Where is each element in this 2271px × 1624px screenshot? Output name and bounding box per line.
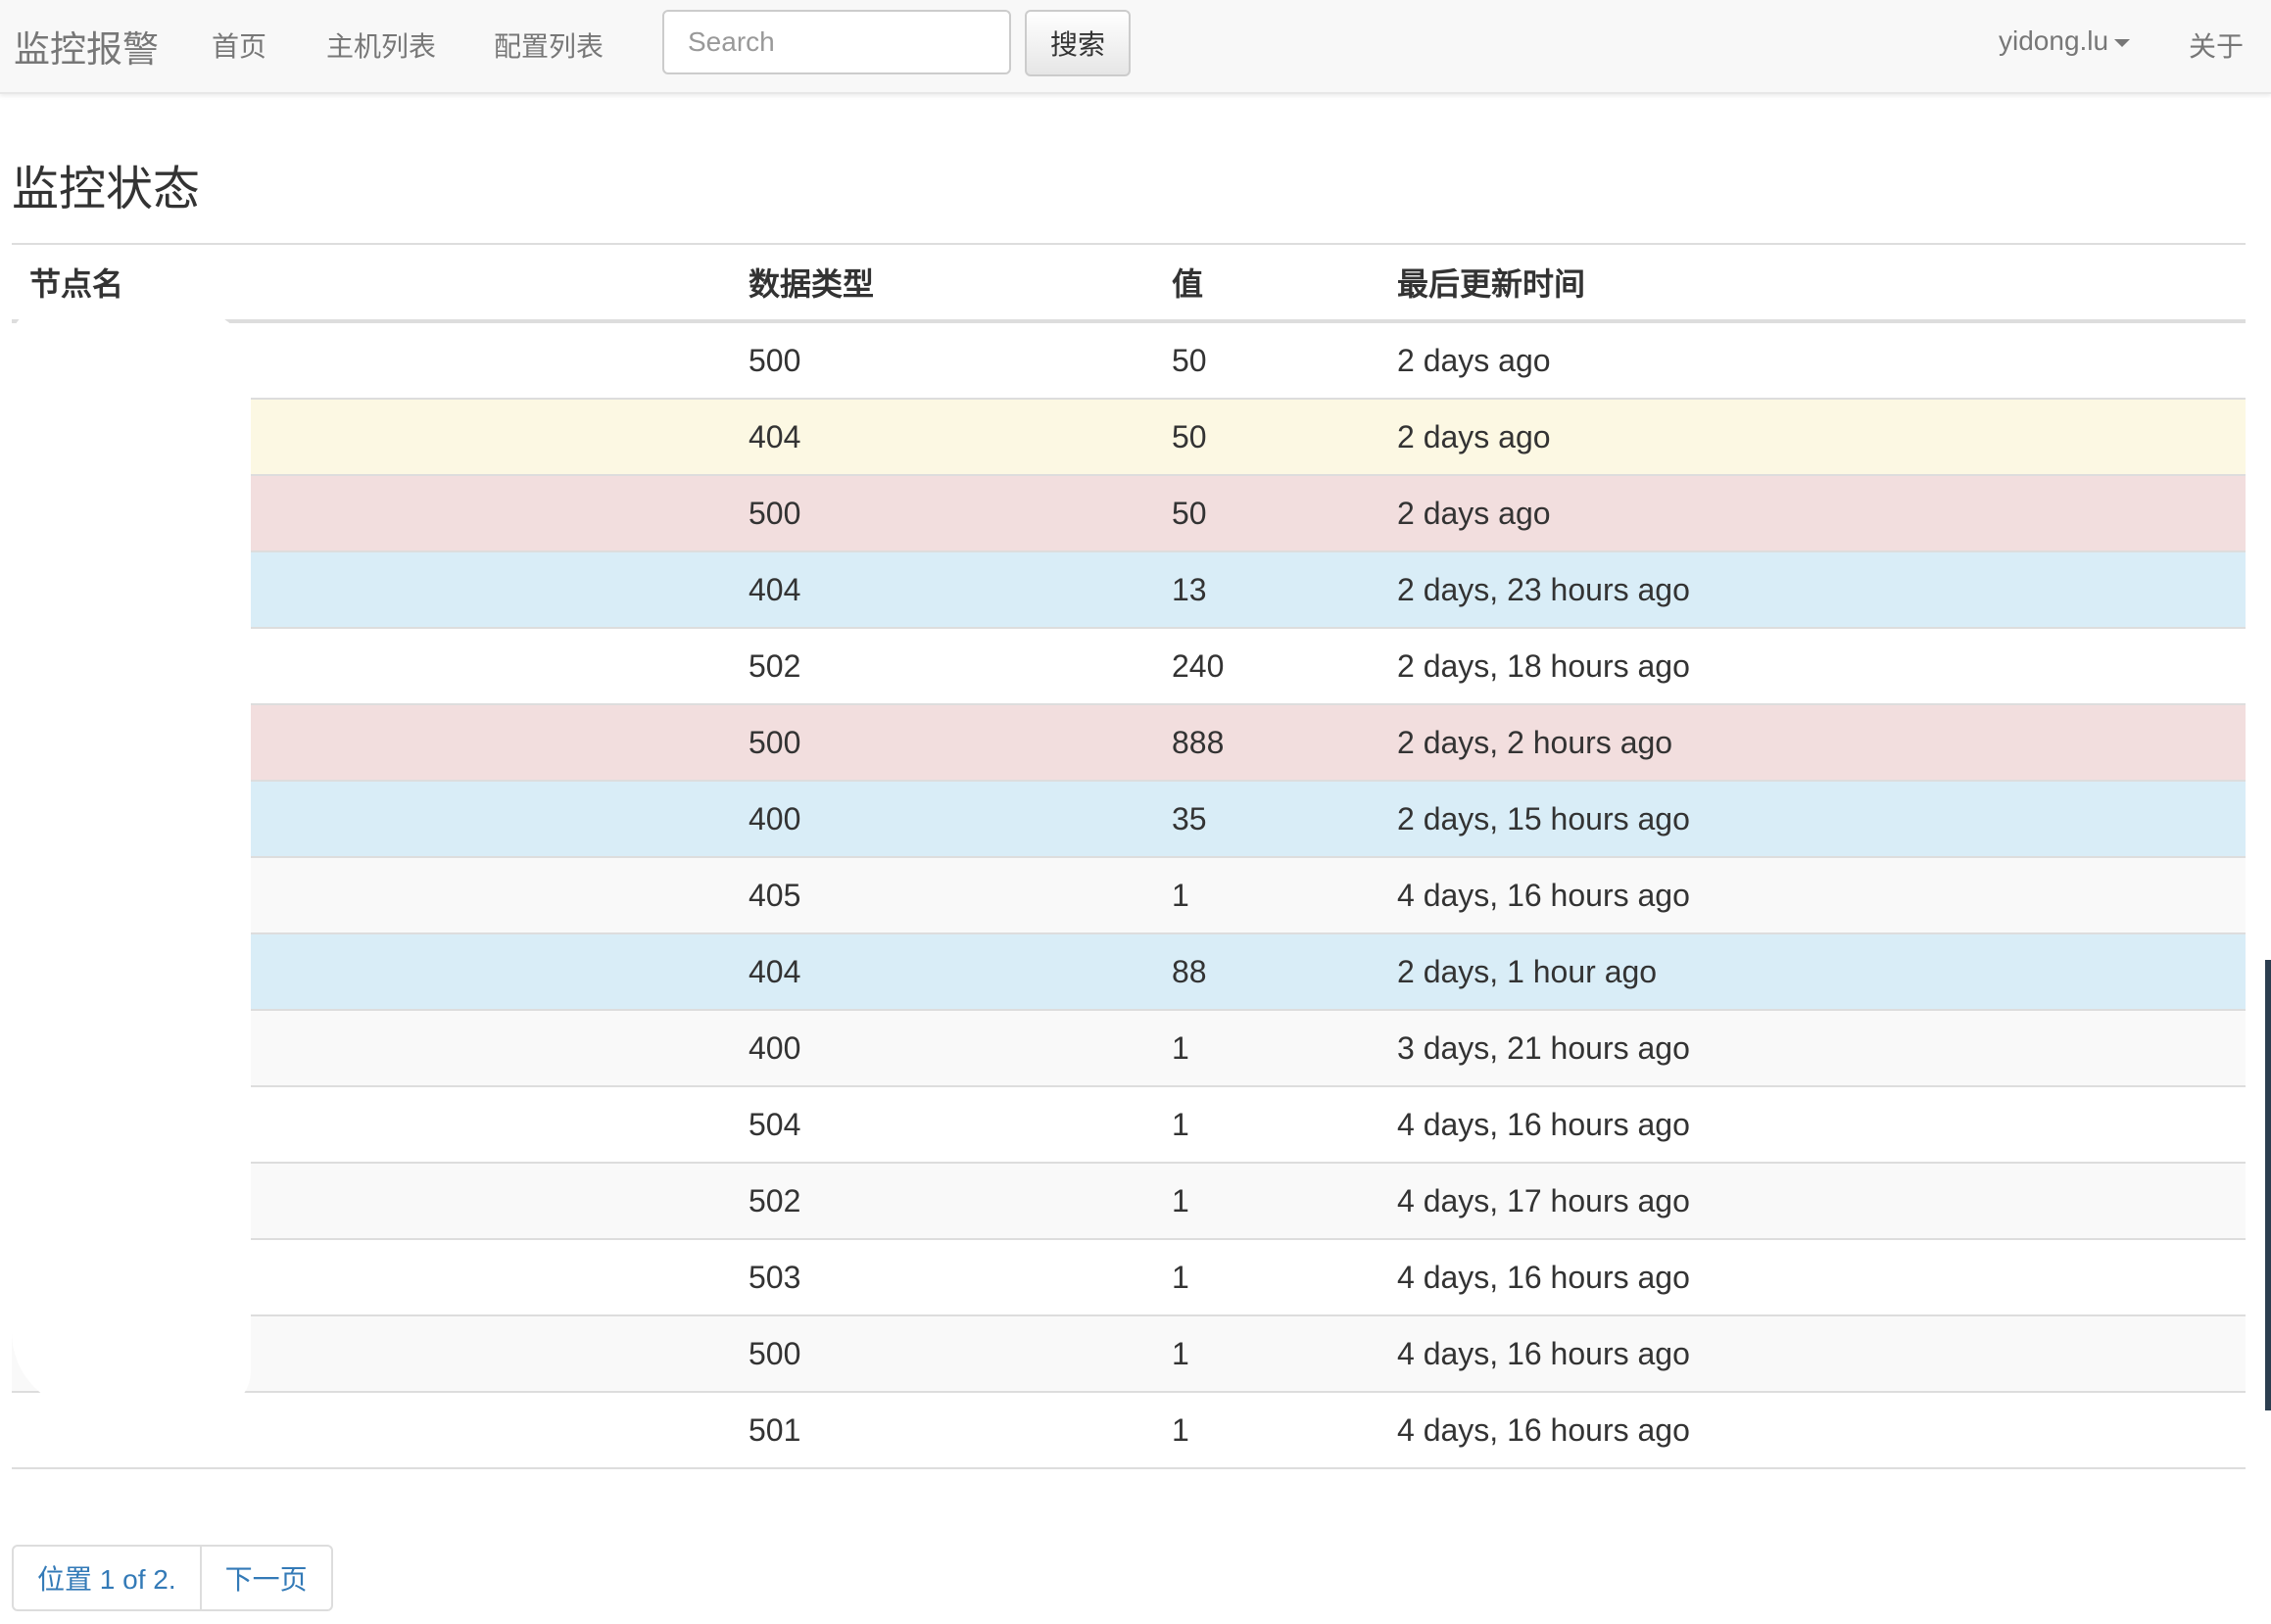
type-cell: 405 [749,857,1172,934]
type-cell: 404 [749,933,1172,1011]
type-cell: 400 [749,781,1172,858]
column-header-updated: 最后更新时间 [1397,243,2246,323]
updated-cell: 2 days, 1 hour ago [1397,933,2246,1011]
table-row: 404 88 2 days, 1 hour ago [12,933,2246,1011]
type-cell: 500 [749,475,1172,552]
value-cell: 50 [1172,475,1397,552]
column-header-type: 数据类型 [749,243,1172,323]
table-row: 500 888 2 days, 2 hours ago [12,704,2246,782]
updated-cell: 2 days ago [1397,321,2246,400]
value-cell: 1 [1172,1315,1397,1393]
value-cell: 50 [1172,321,1397,400]
type-cell: 501 [749,1392,1172,1469]
table-row: 405 1 4 days, 16 hours ago [12,857,2246,934]
updated-cell: 2 days, 23 hours ago [1397,551,2246,629]
pagination: 位置 1 of 2. 下一页 [12,1545,333,1611]
nav-about[interactable]: 关于 [2189,25,2244,65]
type-cell: 500 [749,321,1172,400]
search-input[interactable] [662,10,1011,74]
value-cell: 1 [1172,1239,1397,1316]
scrollbar[interactable] [2265,960,2271,1410]
next-page-button[interactable]: 下一页 [199,1547,331,1609]
updated-cell: 2 days ago [1397,475,2246,552]
type-cell: 400 [749,1010,1172,1087]
type-cell: 503 [749,1239,1172,1316]
value-cell: 240 [1172,628,1397,705]
updated-cell: 4 days, 16 hours ago [1397,857,2246,934]
value-cell: 1 [1172,1163,1397,1240]
updated-cell: 2 days, 15 hours ago [1397,781,2246,858]
status-table: 节点名 数据类型 值 最后更新时间 500 50 2 days ago 404 50 2 … [12,243,2246,1469]
redaction-mark [12,310,251,1410]
table-row: 500 50 2 days ago [12,475,2246,552]
table-row: 503 1 4 days, 16 hours ago [12,1239,2246,1316]
updated-cell: 4 days, 17 hours ago [1397,1163,2246,1240]
updated-cell: 2 days, 18 hours ago [1397,628,2246,705]
updated-cell: 4 days, 16 hours ago [1397,1392,2246,1469]
type-cell: 404 [749,551,1172,629]
table-row: 404 50 2 days ago [12,399,2246,476]
value-cell: 13 [1172,551,1397,629]
column-header-value: 值 [1172,243,1397,323]
search-button[interactable]: 搜索 [1025,10,1131,76]
table-row: 400 1 3 days, 21 hours ago [12,1010,2246,1087]
table-row: 501 1 4 days, 16 hours ago [12,1392,2246,1469]
value-cell: 1 [1172,857,1397,934]
nav-host-list[interactable]: 主机列表 [326,25,436,65]
type-cell: 500 [749,1315,1172,1393]
nav-config-list[interactable]: 配置列表 [494,25,604,65]
value-cell: 50 [1172,399,1397,476]
updated-cell: 3 days, 21 hours ago [1397,1010,2246,1087]
table-row: 404 13 2 days, 23 hours ago [12,551,2246,629]
type-cell: 404 [749,399,1172,476]
user-dropdown[interactable]: yidong.lu [1999,25,2131,57]
nav-home[interactable]: 首页 [212,25,266,65]
type-cell: 500 [749,704,1172,782]
type-cell: 504 [749,1086,1172,1164]
table-row: 400 35 2 days, 15 hours ago [12,781,2246,858]
value-cell: 88 [1172,933,1397,1011]
table-body: 500 50 2 days ago 404 50 2 days ago 500 50 2 day… [12,321,2246,1469]
table-header-row: 节点名 数据类型 值 最后更新时间 [12,243,2246,323]
type-cell: 502 [749,628,1172,705]
table-row: 500 1 4 days, 16 hours ago [12,1315,2246,1393]
updated-cell: 4 days, 16 hours ago [1397,1315,2246,1393]
table-row: 502 1 4 days, 17 hours ago [12,1163,2246,1240]
value-cell: 1 [1172,1010,1397,1087]
table-row: 504 1 4 days, 16 hours ago [12,1086,2246,1164]
navbar: 监控报警 首页 主机列表 配置列表 搜索 yidong.lu 关于 [0,0,2271,94]
brand-logo[interactable]: 监控报警 [14,20,159,72]
updated-cell: 4 days, 16 hours ago [1397,1086,2246,1164]
value-cell: 888 [1172,704,1397,782]
caret-down-icon [2114,38,2131,47]
table-row: 502 240 2 days, 18 hours ago [12,628,2246,705]
table-row: 500 50 2 days ago [12,321,2246,400]
page-position[interactable]: 位置 1 of 2. [14,1547,200,1609]
value-cell: 1 [1172,1086,1397,1164]
value-cell: 35 [1172,781,1397,858]
page-title: 监控状态 [12,164,201,215]
value-cell: 1 [1172,1392,1397,1469]
type-cell: 502 [749,1163,1172,1240]
updated-cell: 2 days ago [1397,399,2246,476]
updated-cell: 2 days, 2 hours ago [1397,704,2246,782]
user-name: yidong.lu [1999,25,2109,56]
updated-cell: 4 days, 16 hours ago [1397,1239,2246,1316]
